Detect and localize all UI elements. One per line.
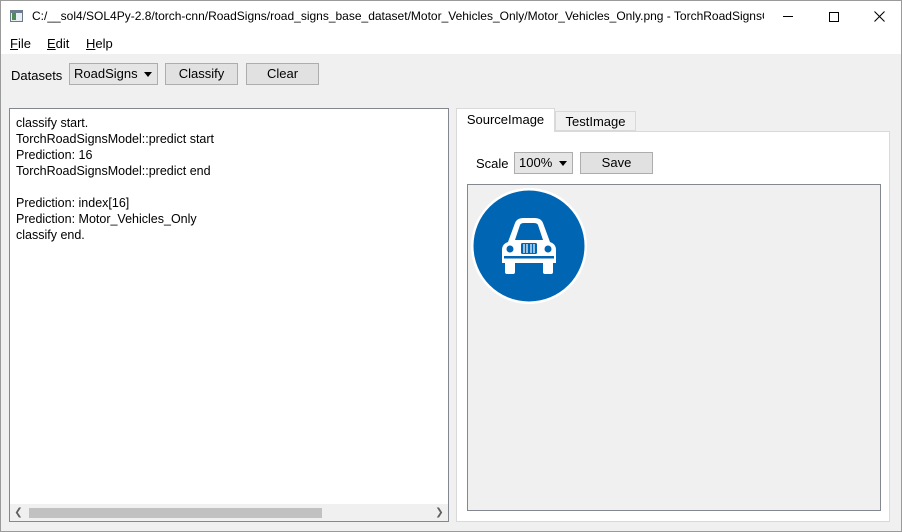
image-view [467,184,881,511]
close-button[interactable] [856,1,902,32]
source-image-page: Scale 100% Save [456,131,890,522]
dataset-select[interactable]: RoadSigns [69,63,158,85]
menu-edit-mnemonic: E [47,36,56,51]
horizontal-scrollbar[interactable]: ❮ ❯ [10,504,448,521]
menu-file-mnemonic: F [10,36,18,51]
log-text: classify start. TorchRoadSignsModel::pre… [16,116,215,242]
menu-help-mnemonic: H [86,36,96,51]
close-icon [873,11,885,22]
maximize-icon [829,11,839,22]
app-window-icon [10,10,23,22]
motor-vehicles-only-sign [471,188,587,304]
scale-select[interactable]: 100% [514,152,573,174]
scale-label: Scale [476,156,509,171]
tab-test-image[interactable]: TestImage [555,111,636,131]
maximize-button[interactable] [811,1,857,32]
save-button[interactable]: Save [580,152,653,174]
window-title: C:/__sol4/SOL4Py-2.8/torch-cnn/RoadSigns… [32,9,764,23]
menu-edit-label: dit [55,36,70,51]
menu-edit[interactable]: Edit [47,36,69,51]
main-window: C:/__sol4/SOL4Py-2.8/torch-cnn/RoadSigns… [0,0,902,532]
menu-file[interactable]: File [10,36,31,51]
title-bar: C:/__sol4/SOL4Py-2.8/torch-cnn/RoadSigns… [1,1,901,32]
chevron-down-icon [144,72,152,77]
scroll-left-icon[interactable]: ❮ [10,504,27,521]
scroll-right-icon[interactable]: ❯ [431,504,448,521]
minimize-icon [783,16,793,17]
scale-select-value: 100% [519,155,553,170]
menu-help-label: elp [95,36,113,51]
menu-help[interactable]: Help [86,36,113,51]
classify-button[interactable]: Classify [165,63,238,85]
chevron-down-icon [559,161,567,166]
dataset-select-value: RoadSigns [74,66,138,81]
minimize-button[interactable] [765,1,811,32]
clear-button[interactable]: Clear [246,63,319,85]
menu-bar: File Edit Help [1,32,901,54]
tab-source-image[interactable]: SourceImage [456,108,555,132]
datasets-label: Datasets [11,68,63,83]
scrollbar-thumb[interactable] [29,508,322,518]
menu-file-label: ile [17,36,31,51]
log-textarea[interactable]: classify start. TorchRoadSignsModel::pre… [9,108,449,522]
